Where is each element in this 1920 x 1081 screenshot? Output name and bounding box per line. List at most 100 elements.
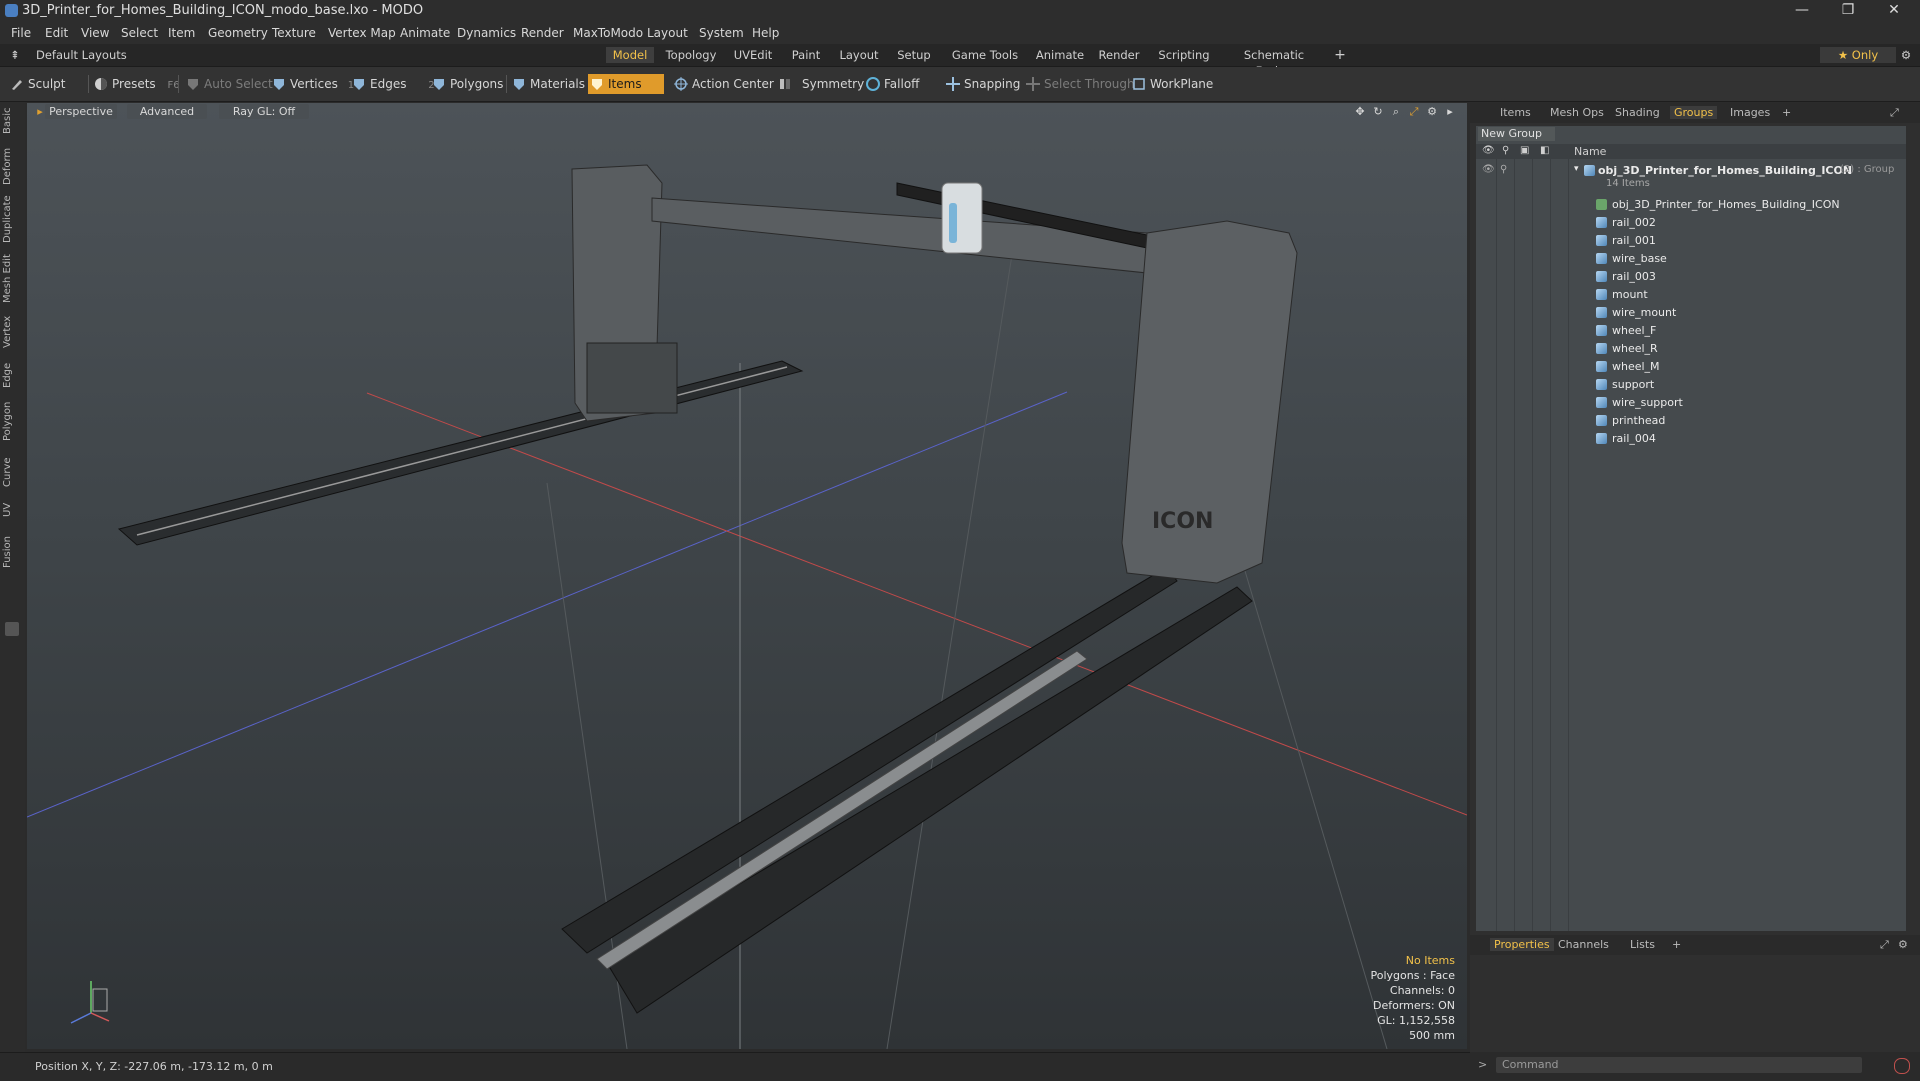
viewport-gear-icon[interactable]: ⚙: [1425, 104, 1439, 119]
tab-expand-handle[interactable]: [5, 622, 19, 636]
minimize-button[interactable]: —: [1780, 0, 1824, 22]
bottom-gear-icon[interactable]: ⚙: [1898, 938, 1908, 951]
tab-images[interactable]: Images: [1730, 106, 1770, 119]
tab-channels[interactable]: Channels: [1558, 938, 1609, 951]
collapse-arrow-icon[interactable]: ▾: [1574, 164, 1579, 174]
vtab-mesh-edit[interactable]: Mesh Edit: [2, 254, 22, 304]
list-item[interactable]: rail_004: [1476, 430, 1906, 448]
list-item[interactable]: wheel_M: [1476, 358, 1906, 376]
lock-col-icon[interactable]: ⚲: [1502, 145, 1509, 156]
tab-mesh-ops[interactable]: Mesh Ops: [1550, 106, 1604, 119]
vertices-button[interactable]: Vertices 1: [270, 74, 360, 94]
menu-animate[interactable]: Animate: [400, 26, 450, 40]
tab-uvedit[interactable]: UVEdit: [728, 47, 778, 63]
list-item[interactable]: wire_mount: [1476, 304, 1906, 322]
tab-game-tools[interactable]: Game Tools: [944, 47, 1026, 63]
pan-icon[interactable]: ✥: [1353, 104, 1367, 119]
workplane-button[interactable]: WorkPlane: [1130, 74, 1230, 94]
tab-shading[interactable]: Shading: [1615, 106, 1660, 119]
vtab-basic[interactable]: Basic: [2, 106, 22, 136]
lock-icon[interactable]: ⚲: [1500, 164, 1507, 175]
menu-item[interactable]: Item: [168, 26, 195, 40]
menu-geometry[interactable]: Geometry: [208, 26, 268, 40]
default-layouts-dropdown[interactable]: Default Layouts ▾: [36, 47, 136, 78]
name-column-header[interactable]: Name: [1574, 145, 1606, 158]
tab-layout[interactable]: Layout: [834, 47, 884, 63]
vtab-fusion[interactable]: Fusion: [2, 532, 22, 572]
list-item[interactable]: printhead: [1476, 412, 1906, 430]
only-toggle[interactable]: ★ Only: [1820, 47, 1896, 63]
bottom-expand-icon[interactable]: ⤢: [1880, 938, 1889, 952]
group-root-row[interactable]: 👁 ⚲ ▾ obj_3D_Printer_for_Homes_Building_…: [1476, 162, 1906, 194]
menu-dynamics[interactable]: Dynamics: [457, 26, 516, 40]
panel-expand-icon[interactable]: ⤢: [1890, 106, 1899, 120]
3d-viewport[interactable]: ICON ▸ Perspective Advanced Ray GL: Off …: [27, 103, 1467, 1049]
menu-help[interactable]: Help: [752, 26, 779, 40]
vtab-polygon[interactable]: Polygon: [2, 398, 22, 444]
list-item[interactable]: rail_003: [1476, 268, 1906, 286]
command-input[interactable]: Command: [1496, 1057, 1862, 1073]
auto-select-button[interactable]: Auto Select: [184, 74, 282, 94]
add-bottom-tab-icon[interactable]: +: [1672, 938, 1681, 951]
menu-maxtomodo[interactable]: MaxToModo: [573, 26, 643, 40]
add-tab-icon[interactable]: +: [1782, 106, 1791, 119]
viewport-expand-icon[interactable]: ▸: [1443, 104, 1457, 119]
gear-icon[interactable]: ⚙: [1896, 47, 1916, 63]
menu-vertex-map[interactable]: Vertex Map: [328, 26, 396, 40]
list-item[interactable]: wire_base: [1476, 250, 1906, 268]
list-item[interactable]: wire_support: [1476, 394, 1906, 412]
select-through-button[interactable]: Select Through: [1024, 74, 1144, 94]
list-item[interactable]: rail_002: [1476, 214, 1906, 232]
rotate-icon[interactable]: ↻: [1371, 104, 1385, 119]
add-layout-button[interactable]: +: [1332, 47, 1348, 63]
render-col-icon[interactable]: ▣: [1520, 145, 1529, 156]
tab-topology[interactable]: Topology: [662, 47, 720, 63]
tab-render[interactable]: Render: [1094, 47, 1144, 63]
visibility-col-icon[interactable]: 👁: [1482, 145, 1495, 156]
action-center-button[interactable]: Action Center: [672, 74, 784, 94]
restore-button[interactable]: ❐: [1826, 0, 1870, 22]
select-col-icon[interactable]: ◧: [1540, 145, 1549, 156]
vtab-uv[interactable]: UV: [2, 498, 22, 522]
presets-button[interactable]: Presets F6: [92, 74, 188, 94]
menu-edit[interactable]: Edit: [45, 26, 68, 40]
menu-view[interactable]: View: [81, 26, 109, 40]
vtab-vertex[interactable]: Vertex: [2, 314, 22, 350]
raygl-toggle[interactable]: Ray GL: Off: [219, 104, 309, 119]
tab-scripting[interactable]: Scripting: [1152, 47, 1216, 63]
tab-items[interactable]: Items: [1500, 106, 1531, 119]
vtab-deform[interactable]: Deform: [2, 146, 22, 186]
list-item[interactable]: wheel_R: [1476, 340, 1906, 358]
shading-advanced-button[interactable]: Advanced: [127, 104, 207, 119]
tab-properties[interactable]: Properties: [1490, 938, 1554, 951]
view-perspective-button[interactable]: Perspective: [45, 104, 117, 119]
list-item[interactable]: wheel_F: [1476, 322, 1906, 340]
menu-texture[interactable]: Texture: [272, 26, 316, 40]
list-item[interactable]: rail_001: [1476, 232, 1906, 250]
vtab-curve[interactable]: Curve: [2, 456, 22, 488]
tab-setup[interactable]: Setup: [892, 47, 936, 63]
menu-render[interactable]: Render: [521, 26, 564, 40]
close-button[interactable]: ✕: [1872, 0, 1916, 22]
tab-lists[interactable]: Lists: [1630, 938, 1655, 951]
menu-system[interactable]: System: [699, 26, 744, 40]
tab-animate[interactable]: Animate: [1034, 47, 1086, 63]
list-item[interactable]: support: [1476, 376, 1906, 394]
zoom-icon[interactable]: ⌕: [1389, 104, 1403, 119]
sculpt-button[interactable]: Sculpt: [8, 74, 98, 94]
viewport-menu-icon[interactable]: ▸: [35, 104, 45, 119]
materials-button[interactable]: Materials: [510, 74, 600, 94]
fit-icon[interactable]: ⤢: [1407, 104, 1421, 119]
menu-layout[interactable]: Layout: [647, 26, 688, 40]
vtab-duplicate[interactable]: Duplicate: [2, 194, 22, 244]
symmetry-button[interactable]: Symmetry: [776, 74, 876, 94]
menu-select[interactable]: Select: [121, 26, 158, 40]
list-item[interactable]: mount: [1476, 286, 1906, 304]
visibility-eye-icon[interactable]: 👁: [1482, 164, 1495, 175]
command-history-icon[interactable]: [1894, 1058, 1910, 1074]
items-button[interactable]: Items: [588, 74, 664, 94]
list-item[interactable]: obj_3D_Printer_for_Homes_Building_ICON: [1476, 196, 1906, 214]
tab-paint[interactable]: Paint: [786, 47, 826, 63]
layout-collapse-icon[interactable]: ⇞: [8, 47, 22, 63]
new-group-button[interactable]: New Group: [1478, 127, 1555, 141]
